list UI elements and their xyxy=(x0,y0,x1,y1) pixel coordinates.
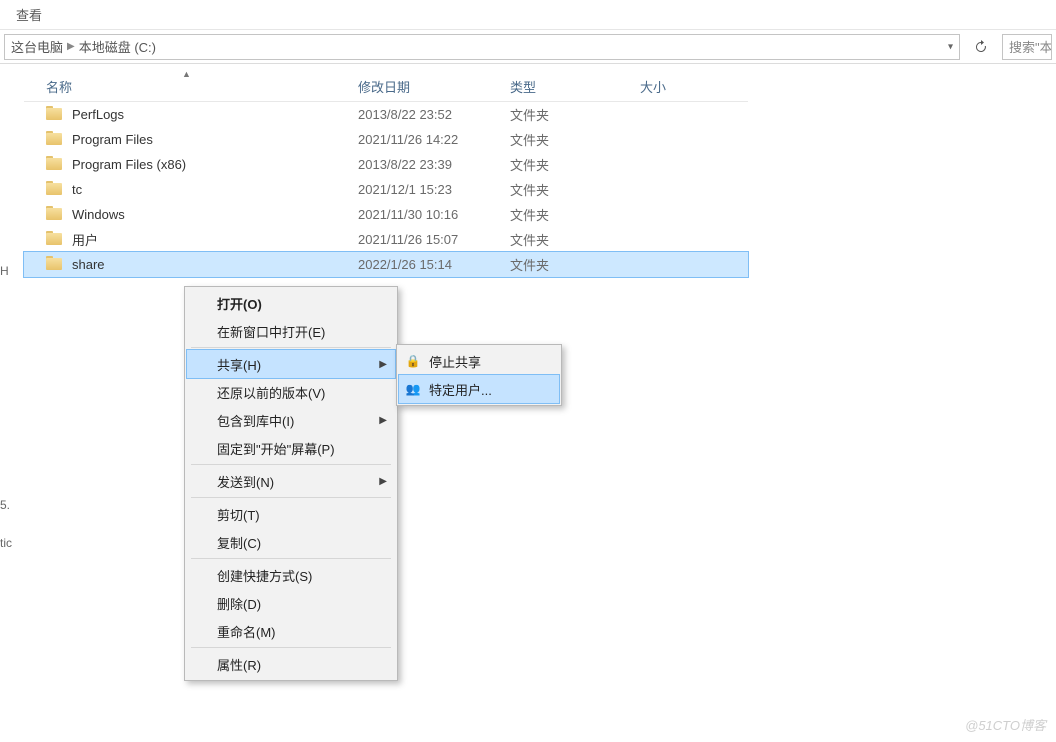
col-date[interactable]: 修改日期 xyxy=(358,77,510,96)
separator xyxy=(191,497,391,498)
ctx-pin-start[interactable]: 固定到"开始"屏幕(P) xyxy=(187,434,395,462)
share-submenu[interactable]: 🔒 停止共享 👥 特定用户... xyxy=(396,344,562,406)
cell-name: tc xyxy=(46,182,358,197)
folder-icon xyxy=(46,233,62,246)
ctx-rename[interactable]: 重命名(M) xyxy=(187,617,395,645)
col-name[interactable]: ▲ 名称 xyxy=(46,77,358,96)
col-size[interactable]: 大小 xyxy=(640,77,730,96)
chevron-right-icon: ▶ xyxy=(379,415,387,426)
ctx-delete[interactable]: 删除(D) xyxy=(187,589,395,617)
users-icon: 👥 xyxy=(405,381,421,397)
chevron-right-icon: ▶ xyxy=(67,41,75,52)
cell-date: 2013/8/22 23:39 xyxy=(358,157,510,172)
cell-date: 2021/12/1 15:23 xyxy=(358,182,510,197)
table-row[interactable]: tc 2021/12/1 15:23文件夹 xyxy=(24,177,748,202)
cell-name: PerfLogs xyxy=(46,107,358,122)
chevron-down-icon[interactable]: ▾ xyxy=(948,41,953,52)
ctx-share[interactable]: 共享(H) ▶ xyxy=(187,350,395,378)
cell-type: 文件夹 xyxy=(510,180,640,199)
separator xyxy=(191,558,391,559)
cell-name: Program Files (x86) xyxy=(46,157,358,172)
search-input[interactable]: 搜索"本 xyxy=(1002,34,1052,60)
cell-type: 文件夹 xyxy=(510,105,640,124)
breadcrumb-drive[interactable]: 本地磁盘 (C:) xyxy=(79,37,156,56)
cell-type: 文件夹 xyxy=(510,230,640,249)
folder-icon xyxy=(46,133,62,146)
cell-type: 文件夹 xyxy=(510,205,640,224)
refresh-button[interactable] xyxy=(968,34,994,60)
cell-date: 2021/11/26 14:22 xyxy=(358,132,510,147)
cell-name: Windows xyxy=(46,207,358,222)
ctx-cut[interactable]: 剪切(T) xyxy=(187,500,395,528)
cell-name: share xyxy=(46,257,358,272)
folder-icon xyxy=(46,183,62,196)
sort-ascending-icon: ▲ xyxy=(182,69,191,79)
search-placeholder: 搜索"本 xyxy=(1009,37,1052,56)
menubar: 查看 xyxy=(0,0,1056,30)
menu-view[interactable]: 查看 xyxy=(6,1,52,28)
file-name: 用户 xyxy=(72,230,98,249)
file-name: share xyxy=(72,257,105,272)
cell-date: 2021/11/26 15:07 xyxy=(358,232,510,247)
left-clipped-text: H 5. tic xyxy=(0,64,10,277)
lock-icon: 🔒 xyxy=(405,353,421,369)
ctx-open[interactable]: 打开(O) xyxy=(187,289,395,317)
breadcrumb-pc[interactable]: 这台电脑 xyxy=(11,37,63,56)
context-menu[interactable]: 打开(O) 在新窗口中打开(E) 共享(H) ▶ 还原以前的版本(V) 包含到库… xyxy=(184,286,398,681)
cell-date: 2022/1/26 15:14 xyxy=(358,257,510,272)
file-name: Program Files xyxy=(72,132,153,147)
refresh-icon xyxy=(973,39,989,55)
file-name: Windows xyxy=(72,207,125,222)
ctx-open-new-window[interactable]: 在新窗口中打开(E) xyxy=(187,317,395,345)
file-name: tc xyxy=(72,182,82,197)
folder-icon xyxy=(46,108,62,121)
cell-date: 2013/8/22 23:52 xyxy=(358,107,510,122)
table-row[interactable]: share 2022/1/26 15:14文件夹 xyxy=(24,252,748,277)
ctx-copy[interactable]: 复制(C) xyxy=(187,528,395,556)
cell-name: 用户 xyxy=(46,230,358,249)
table-row[interactable]: Windows 2021/11/30 10:16文件夹 xyxy=(24,202,748,227)
folder-icon xyxy=(46,158,62,171)
chevron-right-icon: ▶ xyxy=(379,359,387,370)
address-bar[interactable]: 这台电脑 ▶ 本地磁盘 (C:) ▾ xyxy=(4,34,960,60)
table-row[interactable]: Program Files (x86) 2013/8/22 23:39文件夹 xyxy=(24,152,748,177)
ctx-create-shortcut[interactable]: 创建快捷方式(S) xyxy=(187,561,395,589)
ctx-restore-versions[interactable]: 还原以前的版本(V) xyxy=(187,378,395,406)
separator xyxy=(191,647,391,648)
folder-icon xyxy=(46,258,62,271)
sub-specific-users[interactable]: 👥 特定用户... xyxy=(399,375,559,403)
file-name: PerfLogs xyxy=(72,107,124,122)
folder-icon xyxy=(46,208,62,221)
column-headers: ▲ 名称 修改日期 类型 大小 xyxy=(24,72,748,102)
chevron-right-icon: ▶ xyxy=(379,476,387,487)
file-listing: ▲ 名称 修改日期 类型 大小 PerfLogs2013/8/22 23:52文… xyxy=(24,72,748,277)
ctx-send-to[interactable]: 发送到(N) ▶ xyxy=(187,467,395,495)
cell-type: 文件夹 xyxy=(510,255,640,274)
sub-stop-sharing[interactable]: 🔒 停止共享 xyxy=(399,347,559,375)
watermark: @51CTO博客 xyxy=(965,715,1046,734)
cell-type: 文件夹 xyxy=(510,130,640,149)
col-type[interactable]: 类型 xyxy=(510,77,640,96)
table-row[interactable]: PerfLogs 2013/8/22 23:52文件夹 xyxy=(24,102,748,127)
separator xyxy=(191,347,391,348)
cell-type: 文件夹 xyxy=(510,155,640,174)
content-area: H 5. tic ▲ 名称 修改日期 类型 大小 PerfLogs 2013/8/… xyxy=(0,64,1056,277)
ctx-include-library[interactable]: 包含到库中(I) ▶ xyxy=(187,406,395,434)
cell-name: Program Files xyxy=(46,132,358,147)
ctx-properties[interactable]: 属性(R) xyxy=(187,650,395,678)
table-row[interactable]: Program Files 2021/11/26 14:22文件夹 xyxy=(24,127,748,152)
cell-date: 2021/11/30 10:16 xyxy=(358,207,510,222)
table-row[interactable]: 用户 2021/11/26 15:07文件夹 xyxy=(24,227,748,252)
file-name: Program Files (x86) xyxy=(72,157,186,172)
navbar: 这台电脑 ▶ 本地磁盘 (C:) ▾ 搜索"本 xyxy=(0,30,1056,64)
separator xyxy=(191,464,391,465)
